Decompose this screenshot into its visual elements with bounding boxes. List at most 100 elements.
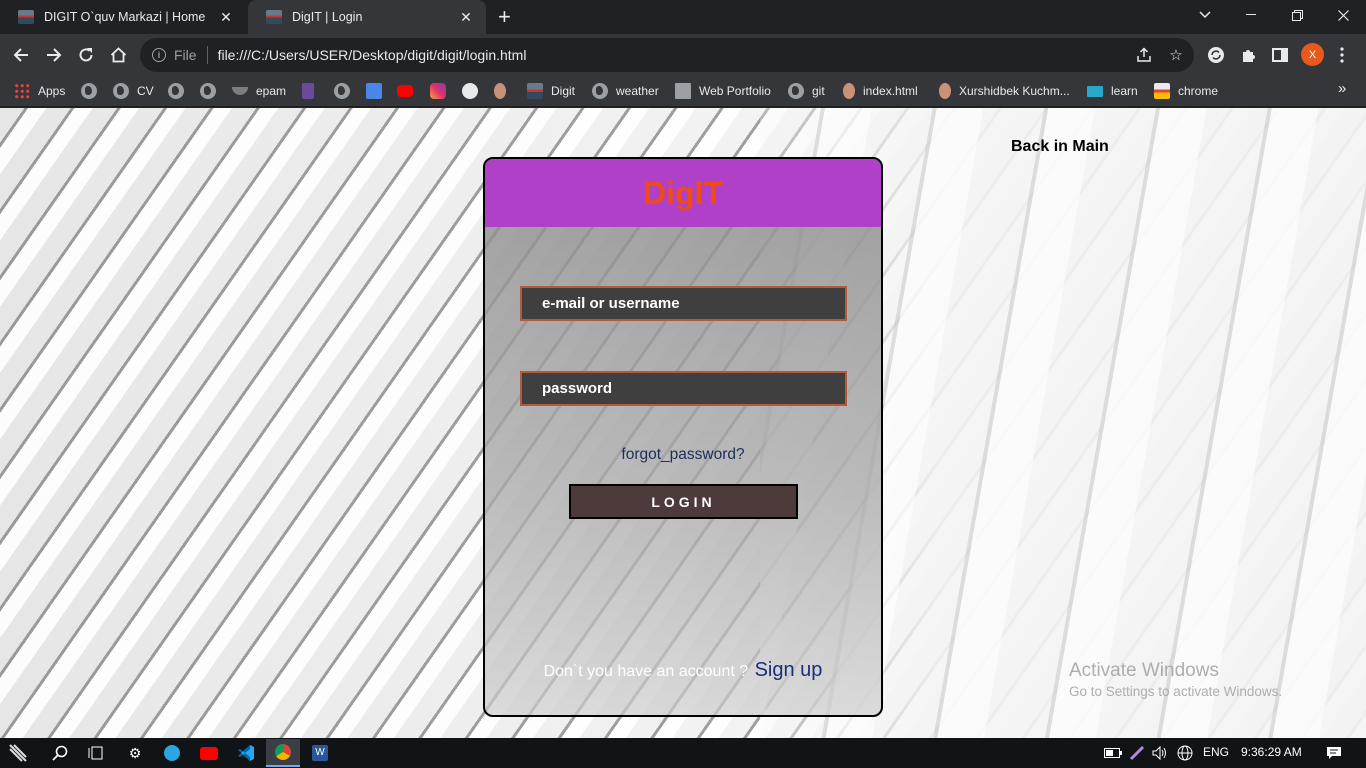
tab-strip: DIGIT O`quv Markazi | Home ✕ DigIT | Log… bbox=[0, 0, 1366, 34]
bookmark-globe-2[interactable] bbox=[168, 82, 184, 100]
scheme-label: File bbox=[174, 47, 197, 63]
bookmark-learn[interactable]: learn bbox=[1087, 82, 1138, 100]
task-view-icon[interactable] bbox=[84, 742, 108, 764]
bookmark-index-html[interactable]: index.html bbox=[843, 82, 918, 100]
tab-close-icon[interactable]: ✕ bbox=[458, 9, 474, 26]
word-icon[interactable]: W bbox=[308, 742, 332, 764]
globe-icon bbox=[334, 83, 350, 99]
bookmark-label: git bbox=[812, 84, 825, 98]
bookmark-epam[interactable]: epam bbox=[232, 82, 286, 100]
globe-icon bbox=[81, 83, 97, 99]
youtube-icon bbox=[397, 85, 413, 97]
digit-icon bbox=[527, 83, 543, 99]
bookmark-github[interactable] bbox=[462, 82, 478, 100]
notifications-icon[interactable] bbox=[1322, 742, 1346, 764]
youtube-app-icon[interactable] bbox=[197, 742, 221, 764]
url-text[interactable]: file:///C:/Users/USER/Desktop/digit/digi… bbox=[218, 47, 527, 63]
bookmark-instagram[interactable] bbox=[430, 82, 446, 100]
bookmark-avatar-1[interactable] bbox=[494, 82, 506, 100]
profile-avatar[interactable]: X bbox=[1301, 43, 1324, 66]
globe-icon bbox=[592, 83, 608, 99]
vscode-icon[interactable] bbox=[234, 742, 258, 764]
network-globe-icon[interactable] bbox=[1173, 742, 1197, 764]
new-tab-button[interactable]: + bbox=[498, 5, 511, 29]
side-panel-icon[interactable] bbox=[1269, 44, 1291, 66]
instagram-icon bbox=[430, 83, 446, 99]
bookmark-label: Xurshidbek Kuchm... bbox=[959, 84, 1070, 98]
avatar-icon bbox=[494, 83, 506, 99]
search-icon[interactable] bbox=[48, 742, 72, 764]
signup-link[interactable]: Sign up bbox=[755, 659, 823, 681]
bookmark-label: learn bbox=[1111, 84, 1138, 98]
back-arrow-icon[interactable] bbox=[8, 42, 34, 68]
bookmark-label: Apps bbox=[38, 84, 66, 98]
login-button[interactable]: LOGIN bbox=[569, 484, 798, 519]
input-language[interactable]: ENG bbox=[1203, 745, 1229, 759]
bookmark-cv[interactable]: CV bbox=[113, 82, 154, 100]
site-info-icon[interactable]: i bbox=[152, 48, 166, 62]
globe-icon bbox=[168, 83, 184, 99]
windows-activation-watermark: Activate Windows Go to Settings to activ… bbox=[1069, 660, 1282, 699]
bookmark-label: CV bbox=[137, 84, 154, 98]
settings-gear-icon[interactable]: ⚙ bbox=[123, 742, 147, 764]
tab-close-icon[interactable]: ✕ bbox=[218, 9, 234, 26]
minimize-icon[interactable] bbox=[1228, 0, 1274, 30]
tab-title: DigIT | Login bbox=[292, 10, 363, 24]
globe-icon bbox=[788, 83, 804, 99]
learn-icon bbox=[1087, 85, 1103, 97]
bookmark-label: Digit bbox=[551, 84, 576, 98]
home-icon[interactable] bbox=[105, 42, 131, 68]
brand-title: DigIT bbox=[643, 174, 723, 211]
pen-icon[interactable] bbox=[1125, 742, 1149, 764]
signup-prompt: Don`t you have an account ? bbox=[543, 663, 749, 680]
bookmark-xurshidbek[interactable]: Xurshidbek Kuchm... bbox=[939, 82, 1070, 100]
back-to-main-link[interactable]: Back in Main bbox=[1011, 138, 1109, 156]
bookmark-apps[interactable]: Apps bbox=[14, 82, 65, 100]
bookmark-translate[interactable] bbox=[366, 82, 382, 100]
bookmark-digit[interactable]: Digit bbox=[527, 82, 575, 100]
bookmark-star-icon[interactable]: ☆ bbox=[1165, 44, 1187, 66]
share-icon[interactable] bbox=[1133, 44, 1155, 66]
bookmark-label: epam bbox=[256, 84, 287, 98]
signup-row: Don`t you have an account ? Sign up bbox=[485, 659, 881, 682]
volume-icon[interactable] bbox=[1148, 742, 1172, 764]
forgot-password-text[interactable]: forgot_password? bbox=[621, 446, 744, 463]
reload-icon[interactable] bbox=[73, 42, 99, 68]
apps-grid-icon bbox=[14, 83, 30, 99]
bookmark-youtube[interactable] bbox=[397, 82, 413, 100]
tab-home[interactable]: DIGIT O`quv Markazi | Home ✕ bbox=[0, 0, 246, 34]
forward-arrow-icon[interactable] bbox=[41, 42, 67, 68]
bookmark-chrome[interactable]: chrome bbox=[1154, 82, 1218, 100]
password-field[interactable]: password bbox=[520, 371, 847, 406]
github-icon bbox=[462, 83, 478, 99]
tab-search-icon[interactable] bbox=[1182, 0, 1228, 30]
clock[interactable]: 9:36:29 AM bbox=[1241, 745, 1302, 759]
address-bar[interactable]: i File file:///C:/Users/USER/Desktop/dig… bbox=[140, 38, 1194, 72]
chrome-icon bbox=[1154, 83, 1170, 99]
tab-login[interactable]: DigIT | Login ✕ bbox=[248, 0, 486, 34]
bookmark-globe-1[interactable] bbox=[81, 82, 97, 100]
email-field[interactable]: e-mail or username bbox=[520, 286, 847, 321]
bookmark-globe-3[interactable] bbox=[200, 82, 216, 100]
bookmarks-overflow-icon[interactable]: » bbox=[1338, 80, 1346, 97]
omnibox-divider bbox=[206, 46, 208, 64]
bookmark-label: Web Portfolio bbox=[699, 84, 771, 98]
bookmark-zeta[interactable] bbox=[302, 82, 314, 100]
close-window-icon[interactable] bbox=[1320, 0, 1366, 30]
browser-toolbar: i File file:///C:/Users/USER/Desktop/dig… bbox=[0, 34, 1366, 76]
sync-extension-icon[interactable] bbox=[1205, 44, 1227, 66]
bookmark-git[interactable]: git bbox=[788, 82, 825, 100]
bookmark-globe-4[interactable] bbox=[334, 82, 350, 100]
battery-icon[interactable] bbox=[1101, 742, 1125, 764]
chrome-menu-icon[interactable] bbox=[1331, 44, 1353, 66]
bookmark-weather[interactable]: weather bbox=[592, 82, 659, 100]
extensions-puzzle-icon[interactable] bbox=[1237, 44, 1259, 66]
restore-icon[interactable] bbox=[1274, 0, 1320, 30]
telegram-icon[interactable] bbox=[160, 742, 184, 764]
chrome-taskbar-icon[interactable] bbox=[266, 739, 300, 767]
bookmark-web-portfolio[interactable]: Web Portfolio bbox=[675, 82, 771, 100]
card-header: DigIT bbox=[485, 159, 881, 227]
page-viewport: Back in Main DigIT e-mail or username pa… bbox=[0, 108, 1366, 738]
forgot-password-link[interactable]: forgot_password? bbox=[485, 446, 881, 464]
start-icon[interactable] bbox=[6, 742, 30, 764]
